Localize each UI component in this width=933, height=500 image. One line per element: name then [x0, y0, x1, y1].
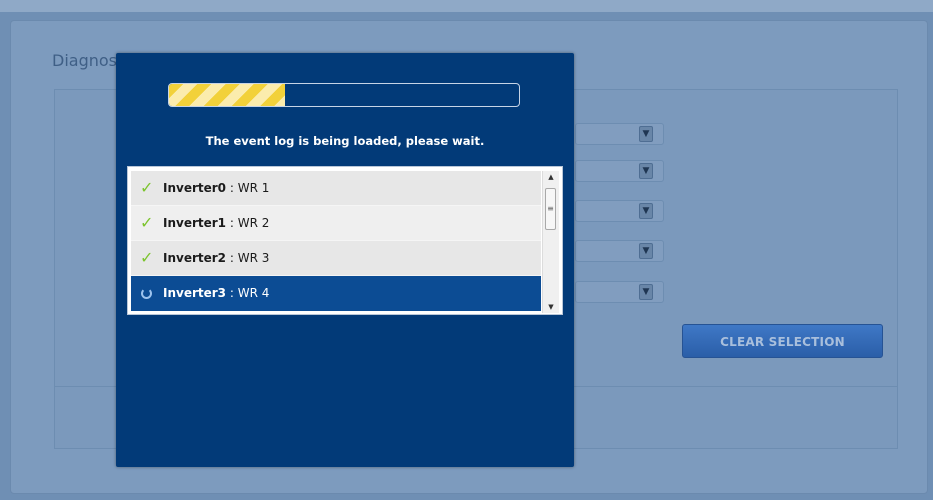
inverter-list[interactable]: ✓ Inverter0 : WR 1 ✓ Inverter1 : WR 2 ✓ …	[131, 171, 541, 313]
list-scrollbar[interactable]: ▲ ≡ ▼	[542, 171, 559, 313]
inverter-label: WR 3	[237, 251, 270, 265]
device-select-2[interactable]: ▼	[575, 160, 664, 182]
chevron-down-icon: ▼	[639, 284, 653, 300]
chevron-down-icon: ▼	[639, 243, 653, 259]
list-item[interactable]: ✓ Inverter2 : WR 3	[131, 241, 541, 276]
inverter-name: Inverter1	[163, 216, 227, 230]
chevron-down-icon: ▼	[639, 203, 653, 219]
inverter-label: WR 2	[237, 216, 270, 230]
chevron-down-icon: ▼	[639, 163, 653, 179]
progress-bar	[168, 83, 520, 107]
inverter-name: Inverter2	[163, 251, 227, 265]
device-select-3[interactable]: ▼	[575, 200, 664, 222]
item-separator: :	[226, 181, 238, 195]
inverter-name: Inverter3	[163, 286, 227, 300]
inverter-label: WR 1	[237, 181, 270, 195]
chevron-down-icon: ▼	[639, 126, 653, 142]
inverter-name: Inverter0	[163, 181, 227, 195]
loading-status-text: The event log is being loaded, please wa…	[205, 134, 485, 148]
list-item[interactable]: ✓ Inverter0 : WR 1	[131, 171, 541, 206]
progress-fill	[169, 84, 285, 106]
spinner-icon	[141, 288, 152, 299]
item-separator: :	[226, 251, 238, 265]
check-icon: ✓	[140, 248, 154, 267]
page-header-strip	[0, 0, 933, 12]
clear-selection-button[interactable]: CLEAR SELECTION	[682, 324, 883, 358]
scroll-thumb[interactable]: ≡	[545, 188, 556, 230]
inverter-list-box: ✓ Inverter0 : WR 1 ✓ Inverter1 : WR 2 ✓ …	[127, 166, 563, 315]
scroll-up-arrow-icon[interactable]: ▲	[543, 171, 559, 183]
check-icon: ✓	[140, 178, 154, 197]
loading-dialog: The event log is being loaded, please wa…	[116, 53, 574, 467]
check-icon: ✓	[140, 213, 154, 232]
item-separator: :	[226, 286, 238, 300]
item-separator: :	[226, 216, 238, 230]
device-select-1[interactable]: ▼	[575, 123, 664, 145]
list-item-active[interactable]: Inverter3 : WR 4	[131, 276, 541, 311]
list-item[interactable]: ✓ Inverter1 : WR 2	[131, 206, 541, 241]
device-select-5[interactable]: ▼	[575, 281, 664, 303]
inverter-label: WR 4	[237, 286, 270, 300]
scroll-down-arrow-icon[interactable]: ▼	[543, 301, 559, 313]
device-select-4[interactable]: ▼	[575, 240, 664, 262]
